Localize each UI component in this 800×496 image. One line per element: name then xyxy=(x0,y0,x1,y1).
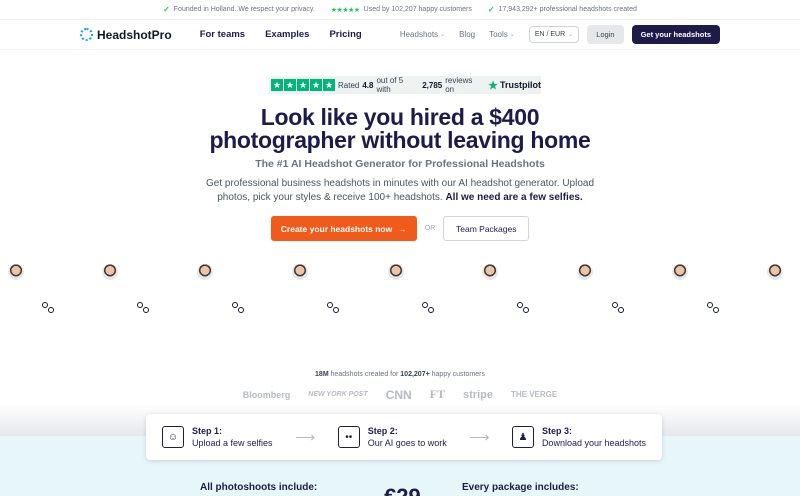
nav-link-for-teams[interactable]: For teams xyxy=(200,29,245,40)
trustpilot-stars: ★ ★ ★ ★ ★ xyxy=(271,79,335,91)
nav-links: For teams Examples Pricing xyxy=(200,29,362,40)
package-includes-heading: Every package includes: xyxy=(462,482,579,493)
press-logo-cnn: CNN xyxy=(385,387,412,402)
press-logo-ft: FT xyxy=(429,387,446,401)
loading-icon xyxy=(42,302,56,316)
top-announcement-bar: ✓ Founded in Holland. We respect your pri… xyxy=(0,0,800,20)
press-logo-verge: THE VERGE xyxy=(510,390,558,399)
social-proof: 18M headshots created for 102,207+ happy… xyxy=(315,371,485,378)
customers-note: ★★★★★ Used by 102,207 happy customers xyxy=(330,6,472,14)
headshot-thumbnail xyxy=(197,264,213,280)
loading-icon xyxy=(707,302,721,316)
check-icon: ✓ xyxy=(163,5,170,14)
headshot-thumbnail xyxy=(672,264,688,280)
stars-icon: ★★★★★ xyxy=(330,6,360,14)
check-icon: ✓ xyxy=(487,5,495,14)
star-icon: ★ xyxy=(310,79,322,91)
star-icon: ★ xyxy=(271,79,283,91)
press-logo-nypost: NEW YORK POST xyxy=(308,391,368,398)
team-packages-button[interactable]: Team Packages xyxy=(443,216,530,241)
headshot-examples xyxy=(0,262,800,322)
press-logos: Bloomberg NEW YORK POST CNN FT stripe TH… xyxy=(0,387,800,402)
nav-right: Headshots ⌄ Blog Tools ⌄ EN / EUR ⌄ Login G… xyxy=(400,25,720,44)
hero-description: Get professional business headshots in m… xyxy=(205,178,595,203)
headshot-thumbnail xyxy=(8,264,24,280)
create-headshots-button[interactable]: Create your headshots now → xyxy=(270,216,417,241)
trustpilot-badge[interactable]: ★ ★ ★ ★ ★ Rated 4.8 out of 5 with 2,785 … xyxy=(269,76,541,94)
headshot-thumbnail xyxy=(292,264,308,280)
headshot-thumbnail xyxy=(767,264,783,280)
or-separator: OR xyxy=(424,225,436,232)
loading-icon xyxy=(232,302,246,316)
subheadline: The #1 AI Headshot Generator for Profess… xyxy=(255,158,545,170)
arrow-right-icon: ⟶ xyxy=(295,428,316,445)
get-headshots-button[interactable]: Get your headshots xyxy=(631,25,720,44)
main-nav: HeadshotPro For teams Examples Pricing H… xyxy=(0,20,800,50)
trustpilot-logo: ★ Trustpilot xyxy=(488,79,541,92)
press-logo-bloomberg: Bloomberg xyxy=(242,389,291,400)
press-logo-stripe: stripe xyxy=(463,388,493,401)
star-icon: ★ xyxy=(284,79,296,91)
loading-icon xyxy=(612,302,626,316)
price: €29 xyxy=(384,484,421,496)
headshot-thumbnail xyxy=(388,264,404,280)
headshots-dropdown[interactable]: Headshots ⌄ xyxy=(400,30,445,39)
loading-icon xyxy=(137,302,151,316)
steps-card: ☺ Step 1: Upload a few selfies ⟶ •• Step … xyxy=(146,414,662,460)
loading-icon xyxy=(327,302,341,316)
privacy-note: ✓ Founded in Holland. We respect your pri… xyxy=(163,5,315,14)
cta-row: Create your headshots now → OR Team Packa… xyxy=(0,216,800,241)
star-icon: ★ xyxy=(488,79,498,92)
headshot-thumbnail xyxy=(482,264,498,280)
arrow-right-icon: → xyxy=(398,223,407,234)
star-icon: ★ xyxy=(297,79,309,91)
nav-link-blog[interactable]: Blog xyxy=(459,30,475,39)
step-3: ♟ Step 3: Download your headshots xyxy=(511,425,646,449)
logo-icon xyxy=(80,28,93,41)
nav-link-examples[interactable]: Examples xyxy=(265,29,309,40)
selfie-icon: ☺ xyxy=(162,426,184,448)
chevron-down-icon: ⌄ xyxy=(440,32,446,38)
chevron-down-icon: ⌄ xyxy=(568,32,574,38)
arrow-right-icon: ⟶ xyxy=(469,428,490,445)
page-title: Look like you hired a $400 photographer … xyxy=(209,104,591,153)
login-button[interactable]: Login xyxy=(587,25,624,44)
loading-icon xyxy=(422,302,436,316)
step-1: ☺ Step 1: Upload a few selfies xyxy=(162,425,273,449)
language-selector[interactable]: EN / EUR ⌄ xyxy=(528,26,580,43)
headshot-thumbnail xyxy=(577,264,593,280)
star-icon: ★ xyxy=(323,79,335,91)
headshots-note: ✓ 17,943,292+ professional headshots crea… xyxy=(487,5,637,14)
headshot-thumbnail xyxy=(102,264,118,280)
chevron-down-icon: ⌄ xyxy=(509,32,515,38)
photoshoots-include-heading: All photoshoots include: xyxy=(200,482,318,493)
tools-dropdown[interactable]: Tools ⌄ xyxy=(489,30,515,39)
nav-link-pricing[interactable]: Pricing xyxy=(329,29,361,40)
portrait-icon: ♟ xyxy=(511,426,534,448)
loading-icon xyxy=(517,302,531,316)
ai-icon: •• xyxy=(337,426,360,448)
brand-logo[interactable]: HeadshotPro xyxy=(80,28,172,42)
step-2: •• Step 2: Our AI goes to work xyxy=(337,425,447,449)
